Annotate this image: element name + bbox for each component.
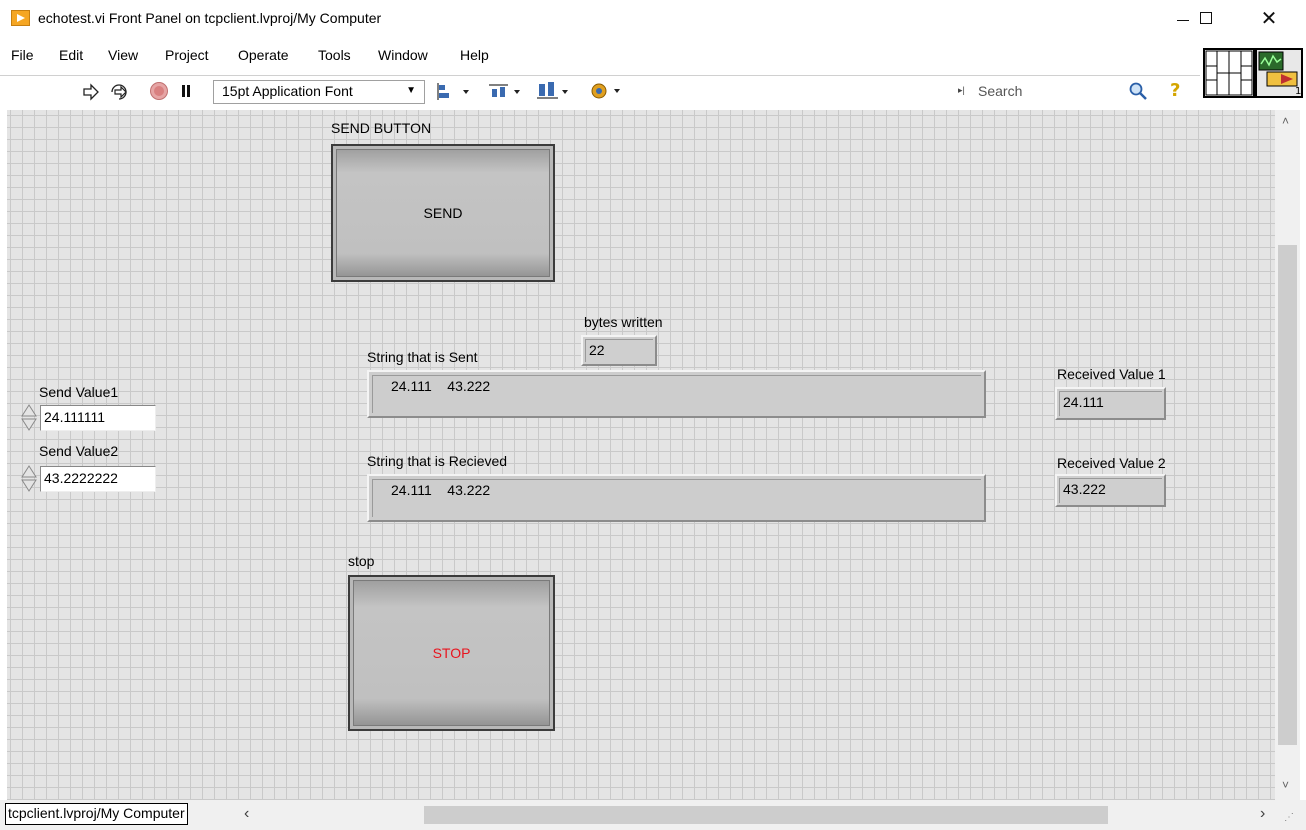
distribute-objects-icon[interactable]	[488, 82, 524, 102]
menu-bar: File Edit View Project Operate Tools Win…	[0, 38, 1200, 76]
run-continuously-icon[interactable]	[108, 82, 130, 102]
vi-waveform-icon: 1	[1258, 51, 1301, 97]
svg-text:1: 1	[1295, 86, 1301, 96]
help-icon[interactable]: ?	[1170, 80, 1180, 101]
menu-tools[interactable]: Tools	[318, 47, 351, 63]
bytes-written-value: 22	[585, 339, 653, 362]
abort-execution-icon[interactable]	[150, 82, 168, 100]
labview-logo-icon	[11, 10, 30, 26]
menu-project[interactable]: Project	[165, 47, 209, 63]
resize-objects-icon[interactable]	[536, 80, 572, 102]
string-sent-value: 24.111 43.222	[372, 375, 981, 413]
resize-grip-icon[interactable]: ⋰	[1284, 812, 1294, 823]
reorder-objects-icon[interactable]	[590, 80, 626, 102]
pause-icon[interactable]	[181, 85, 191, 98]
connector-pane-icon	[1205, 50, 1253, 96]
send-value1-control: 24.111111	[21, 404, 158, 431]
string-received-value: 24.111 43.222	[372, 479, 981, 517]
received-value1-value: 24.111	[1059, 391, 1162, 416]
string-received-label: String that is Recieved	[367, 453, 508, 469]
send-value2-input[interactable]: 43.2222222	[40, 466, 156, 492]
menu-operate[interactable]: Operate	[238, 47, 289, 63]
search-icon[interactable]	[1128, 81, 1148, 101]
menu-file[interactable]: File	[11, 47, 34, 63]
send-value2-label: Send Value2	[39, 443, 119, 459]
search-input[interactable]: Search	[978, 83, 1022, 99]
project-context-label: tcpclient.lvproj/My Computer	[5, 803, 188, 825]
send-button-text: SEND	[423, 205, 463, 221]
scroll-left-icon[interactable]: ‹	[244, 805, 249, 823]
stop-button-text: STOP	[432, 645, 471, 661]
received-value1-label: Received Value 1	[1057, 366, 1166, 382]
stop-button[interactable]: STOP	[348, 575, 555, 731]
received-value2-value: 43.222	[1059, 478, 1162, 503]
menu-help[interactable]: Help	[460, 47, 489, 63]
menu-edit[interactable]: Edit	[59, 47, 83, 63]
title-bar: echotest.vi Front Panel on tcpclient.lvp…	[0, 0, 1306, 38]
search-box[interactable]: ▸| Search	[958, 80, 1158, 104]
send-value2-spinner-icon[interactable]	[21, 465, 38, 492]
send-button[interactable]: SEND	[331, 144, 555, 282]
vertical-scroll-thumb[interactable]	[1278, 245, 1297, 745]
string-sent-indicator: 24.111 43.222	[367, 370, 986, 418]
search-expand-icon[interactable]: ▸|	[958, 85, 965, 96]
scroll-right-icon[interactable]: ›	[1260, 805, 1265, 823]
bytes-written-indicator: 22	[581, 335, 657, 366]
send-value1-spinner-icon[interactable]	[21, 404, 38, 431]
menu-window[interactable]: Window	[378, 47, 428, 63]
menu-view[interactable]: View	[108, 47, 138, 63]
window-title: echotest.vi Front Panel on tcpclient.lvp…	[38, 10, 382, 26]
received-value2-indicator: 43.222	[1055, 474, 1166, 507]
status-bar: tcpclient.lvproj/My Computer ‹ › ⋰	[0, 800, 1306, 830]
chevron-down-icon: ▼	[406, 85, 416, 96]
horizontal-scroll-thumb[interactable]	[424, 806, 1108, 824]
close-button[interactable]: ✕	[1246, 0, 1292, 36]
stop-button-label: stop	[348, 553, 375, 569]
scroll-down-icon[interactable]: ˅	[1282, 778, 1289, 792]
run-arrow-icon[interactable]	[82, 83, 100, 101]
scroll-up-icon[interactable]: ˄	[1282, 114, 1289, 128]
send-button-label: SEND BUTTON	[331, 120, 432, 136]
maximize-button[interactable]	[1183, 0, 1229, 36]
vertical-scrollbar[interactable]: ˄ ˅	[1275, 110, 1300, 800]
connector-pane[interactable]	[1203, 48, 1255, 98]
received-value2-label: Received Value 2	[1057, 455, 1166, 471]
received-value1-indicator: 24.111	[1055, 387, 1166, 420]
send-value2-control: 43.2222222	[21, 465, 158, 492]
string-sent-label: String that is Sent	[367, 349, 478, 365]
send-value1-input[interactable]: 24.111111	[40, 405, 156, 431]
vi-icon[interactable]: 1	[1255, 48, 1303, 98]
align-objects-icon[interactable]	[437, 82, 473, 102]
close-icon: ✕	[1260, 6, 1278, 30]
bytes-written-label: bytes written	[584, 314, 663, 330]
maximize-icon	[1200, 12, 1212, 24]
string-received-indicator: 24.111 43.222	[367, 474, 986, 522]
send-value1-label: Send Value1	[39, 384, 119, 400]
font-select-label: 15pt Application Font	[222, 83, 353, 99]
font-select[interactable]: 15pt Application Font ▼	[213, 80, 425, 104]
